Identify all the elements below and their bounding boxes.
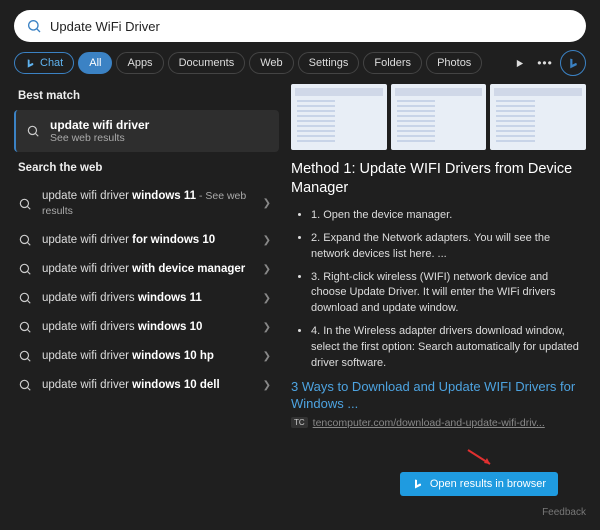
tab-all[interactable]: All [78, 52, 112, 74]
suggestion-text: update wifi driver windows 11 - See web … [42, 189, 253, 219]
section-search-web: Search the web [18, 162, 279, 174]
search-icon [18, 349, 32, 363]
search-icon [18, 197, 32, 211]
tab-settings[interactable]: Settings [298, 52, 360, 74]
chevron-right-icon: ❯ [263, 293, 271, 304]
chevron-right-icon: ❯ [263, 264, 271, 275]
article-step: 3. Right-click wireless (WIFI) network d… [311, 270, 586, 318]
section-best-match: Best match [18, 90, 279, 102]
source-badge: TC [291, 417, 308, 428]
annotation-arrow-icon [466, 448, 496, 468]
suggestion-item[interactable]: update wifi drivers windows 10 ❯ [14, 313, 279, 342]
bing-icon [412, 478, 424, 490]
open-in-browser-button[interactable]: Open results in browser [400, 472, 558, 496]
tab-photos[interactable]: Photos [426, 52, 482, 74]
suggestion-text: update wifi drivers windows 10 [42, 320, 253, 335]
suggestion-text: update wifi driver windows 10 dell [42, 378, 253, 393]
source-url[interactable]: tencomputer.com/download-and-update-wifi… [313, 417, 545, 429]
search-icon [18, 262, 32, 276]
ellipsis-icon: ••• [537, 56, 553, 70]
tab-documents[interactable]: Documents [168, 52, 246, 74]
search-icon [18, 320, 32, 334]
results-list: Best match update wifi driver See web re… [14, 84, 279, 504]
suggestion-text: update wifi driver with device manager [42, 262, 253, 277]
article-title: Method 1: Update WIFI Drivers from Devic… [291, 160, 586, 198]
search-icon [26, 124, 40, 138]
tab-chat-label: Chat [40, 57, 63, 69]
play-icon [515, 59, 524, 68]
suggestion-item[interactable]: update wifi driver with device manager ❯ [14, 255, 279, 284]
article-step: 4. In the Wireless adapter drivers downl… [311, 324, 586, 372]
suggestion-text: update wifi drivers windows 11 [42, 291, 253, 306]
best-match-title: update wifi driver [50, 118, 149, 132]
bing-icon [25, 58, 36, 69]
search-bar[interactable] [14, 10, 586, 42]
article-step: 1. Open the device manager. [311, 208, 586, 224]
chevron-right-icon: ❯ [263, 322, 271, 333]
chevron-right-icon: ❯ [263, 198, 271, 209]
more-button[interactable]: ••• [534, 52, 556, 74]
search-input[interactable] [50, 19, 574, 34]
search-icon [26, 18, 42, 34]
preview-pane: Method 1: Update WIFI Drivers from Devic… [291, 84, 586, 504]
scroll-right-button[interactable] [508, 52, 530, 74]
chevron-right-icon: ❯ [263, 380, 271, 391]
tab-web[interactable]: Web [249, 52, 293, 74]
chevron-right-icon: ❯ [263, 351, 271, 362]
best-match-item[interactable]: update wifi driver See web results [14, 110, 279, 152]
suggestion-text: update wifi driver for windows 10 [42, 233, 253, 248]
thumbnail[interactable] [490, 84, 586, 150]
tab-folders[interactable]: Folders [363, 52, 422, 74]
article-step: 2. Expand the Network adapters. You will… [311, 231, 586, 263]
suggestion-item[interactable]: update wifi driver windows 11 - See web … [14, 182, 279, 226]
filter-tabs: Chat All Apps Documents Web Settings Fol… [0, 50, 600, 84]
article-link[interactable]: 3 Ways to Download and Update WIFI Drive… [291, 379, 586, 413]
suggestion-text: update wifi driver windows 10 hp [42, 349, 253, 364]
chevron-right-icon: ❯ [263, 235, 271, 246]
article-steps: 1. Open the device manager. 2. Expand the… [291, 208, 586, 372]
search-icon [18, 291, 32, 305]
thumbnail[interactable] [391, 84, 487, 150]
suggestion-item[interactable]: update wifi driver windows 10 hp ❯ [14, 342, 279, 371]
bing-chat-button[interactable] [560, 50, 586, 76]
suggestion-item[interactable]: update wifi drivers windows 11 ❯ [14, 284, 279, 313]
search-icon [18, 233, 32, 247]
preview-thumbnails [291, 84, 586, 150]
search-icon [18, 378, 32, 392]
feedback-link[interactable]: Feedback [542, 507, 586, 518]
tab-chat[interactable]: Chat [14, 52, 74, 74]
suggestion-item[interactable]: update wifi driver for windows 10 ❯ [14, 226, 279, 255]
bing-icon [567, 57, 580, 70]
suggestion-item[interactable]: update wifi driver windows 10 dell ❯ [14, 371, 279, 400]
tab-apps[interactable]: Apps [116, 52, 163, 74]
best-match-subtitle: See web results [50, 132, 149, 144]
thumbnail[interactable] [291, 84, 387, 150]
